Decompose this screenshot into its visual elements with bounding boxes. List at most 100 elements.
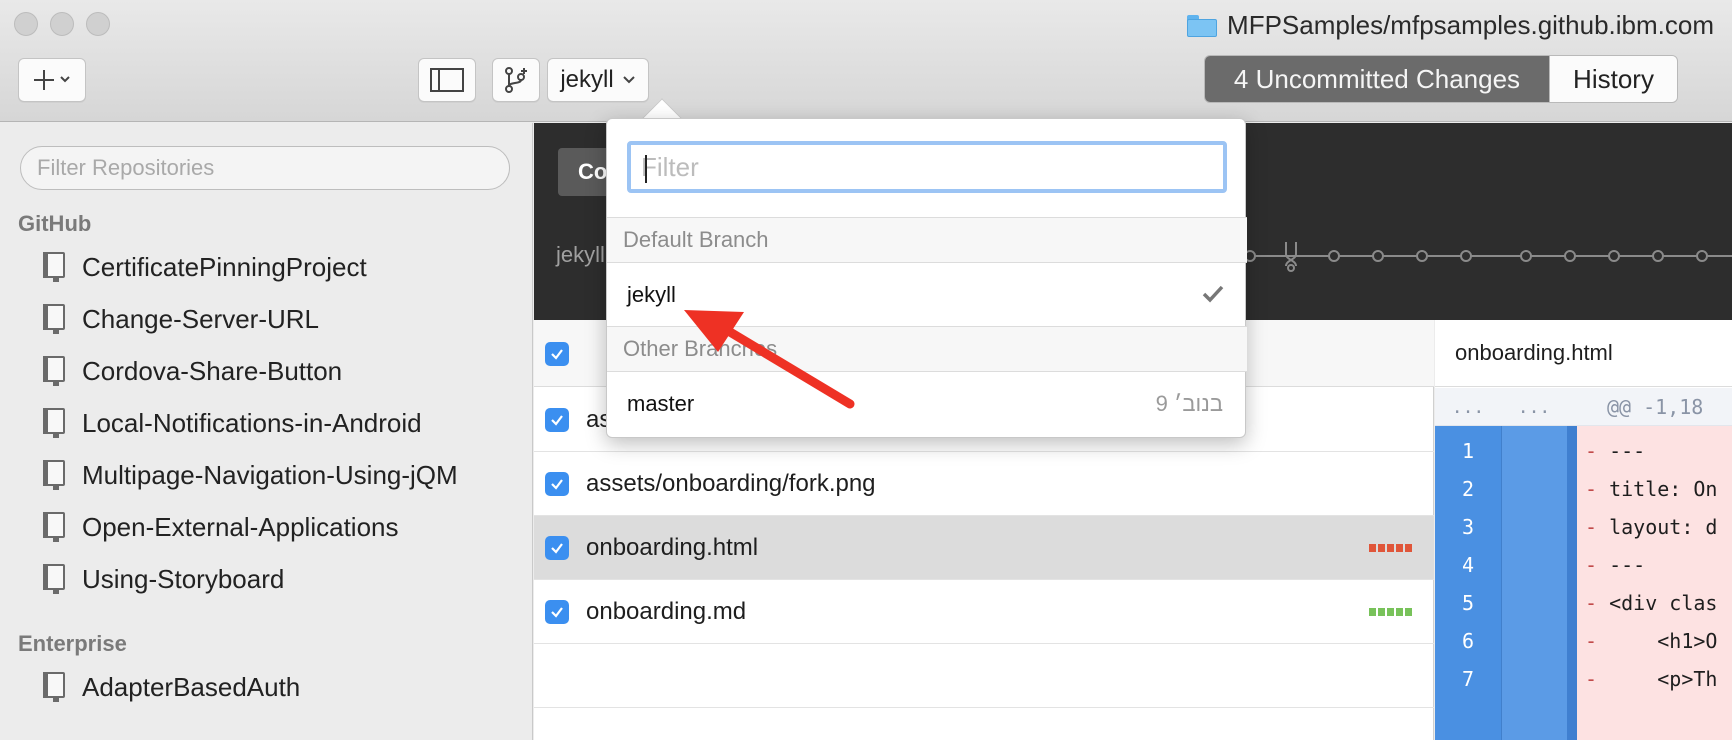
timeline-commit-dot[interactable]: [1416, 250, 1428, 262]
sidebar-item-using-storyboard[interactable]: Using-Storyboard: [40, 557, 284, 601]
checkmark-icon: [551, 479, 563, 490]
diff-file-name: onboarding.html: [1435, 320, 1732, 387]
file-row-selected[interactable]: onboarding.html: [534, 516, 1434, 580]
sidebar-item-cordova-share-button[interactable]: Cordova-Share-Button: [40, 349, 342, 393]
file-row[interactable]: assets/onboarding/fork.png: [534, 452, 1434, 516]
file-row[interactable]: onboarding.md: [534, 580, 1434, 644]
sidebar-item-multipage-navigation[interactable]: Multipage-Navigation-Using-jQM: [40, 453, 458, 497]
branch-icon: [505, 67, 527, 93]
file-name: onboarding.md: [586, 598, 747, 625]
sidebar-item-adapterbasedauth[interactable]: AdapterBasedAuth: [40, 665, 300, 709]
timeline-commit-dot[interactable]: [1652, 250, 1664, 262]
file-checkbox[interactable]: [545, 600, 569, 624]
repo-path: MFPSamples/mfpsamples.github.ibm.com: [1227, 10, 1714, 40]
close-window-button[interactable]: [14, 12, 38, 36]
current-branch-label: jekyll: [560, 66, 614, 93]
group-header-github: GitHub: [18, 211, 92, 236]
hunk-expand-new[interactable]: ...: [1501, 388, 1567, 426]
repo-name: CertificatePinningProject: [82, 251, 367, 282]
diff-line[interactable]: 7 - <p>Th: [1435, 660, 1732, 698]
minimize-window-button[interactable]: [50, 12, 74, 36]
checkmark-icon: [551, 607, 563, 618]
line-number: 4: [1461, 553, 1475, 577]
sidebar-item-open-external-applications[interactable]: Open-External-Applications: [40, 505, 399, 549]
repo-name: Open-External-Applications: [82, 511, 399, 542]
uncommitted-changes-tab[interactable]: 4 Uncommitted Changes: [1205, 56, 1549, 102]
diff-line[interactable]: 1 - ---: [1435, 432, 1732, 470]
hunk-header[interactable]: ... ... @@ -1,18: [1435, 388, 1732, 426]
add-button[interactable]: [18, 58, 86, 102]
repo-icon: [40, 512, 66, 542]
repo-name: Cordova-Share-Button: [82, 355, 343, 386]
view-switcher: 4 Uncommitted Changes History: [1204, 55, 1678, 103]
zoom-window-button[interactable]: [86, 12, 110, 36]
line-code: - ---: [1585, 439, 1646, 463]
default-branch-section: Default Branch: [607, 217, 1247, 263]
timeline-merge-icon[interactable]: [1276, 240, 1306, 272]
line-number: 6: [1461, 629, 1475, 653]
branch-item-master[interactable]: master 9 בנוב׳: [607, 373, 1247, 435]
sidebar-item-local-notifications[interactable]: Local-Notifications-in-Android: [40, 401, 422, 445]
file-checkbox[interactable]: [545, 536, 569, 560]
window-title: MFPSamples/mfpsamples.github.ibm.com: [1187, 10, 1714, 41]
repo-icon: [40, 408, 66, 438]
timeline-commit-dot[interactable]: [1564, 250, 1576, 262]
repo-icon: [40, 460, 66, 490]
group-header-enterprise: Enterprise: [18, 631, 127, 656]
repo-icon: [40, 672, 66, 702]
sidebar: Filter Repositories GitHub CertificatePi…: [0, 123, 533, 740]
chevron-down-icon: [622, 76, 635, 84]
timeline-commit-dot[interactable]: [1460, 250, 1472, 262]
branch-item-jekyll[interactable]: jekyll: [607, 264, 1247, 326]
timeline-commit-dot[interactable]: [1696, 250, 1708, 262]
file-checkbox[interactable]: [545, 472, 569, 496]
history-tab[interactable]: History: [1549, 56, 1677, 102]
diff-line[interactable]: 4 - ---: [1435, 546, 1732, 584]
repo-name: Using-Storyboard: [82, 563, 285, 594]
branch-selector-button[interactable]: jekyll: [547, 58, 649, 102]
other-branches-section: Other Branches: [607, 326, 1247, 372]
empty-row: [534, 644, 1434, 708]
timeline-commit-dot[interactable]: [1520, 250, 1532, 262]
file-name: onboarding.html: [586, 534, 759, 561]
repo-name: Local-Notifications-in-Android: [82, 407, 422, 438]
line-number: 2: [1461, 477, 1475, 501]
commit-branch-label: jekyll: [556, 242, 605, 267]
line-number: 3: [1461, 515, 1475, 539]
diff-line[interactable]: 6 - <h1>O: [1435, 622, 1732, 660]
line-code: - layout: d: [1585, 515, 1718, 539]
filter-repositories-input[interactable]: Filter Repositories: [20, 146, 510, 190]
repo-icon: [40, 356, 66, 386]
create-branch-button[interactable]: [492, 58, 540, 102]
timeline-commit-dot[interactable]: [1328, 250, 1340, 262]
repo-icon: [40, 564, 66, 594]
sidebar-item-change-server-url[interactable]: Change-Server-URL: [40, 297, 319, 341]
select-all-checkbox[interactable]: [545, 342, 569, 366]
repo-name: Multipage-Navigation-Using-jQM: [82, 459, 458, 490]
timeline-commit-dot[interactable]: [1608, 250, 1620, 262]
branch-date: 9 בנוב׳: [1155, 391, 1223, 416]
checkmark-icon: [551, 349, 563, 360]
sidebar-item-certificatepinningproject[interactable]: CertificatePinningProject: [40, 245, 367, 289]
text-caret: [645, 155, 647, 183]
line-number: 7: [1461, 667, 1475, 691]
diff-line[interactable]: 5 - <div clas: [1435, 584, 1732, 622]
line-code: - <p>Th: [1585, 667, 1718, 691]
plus-chevron-icon: [34, 70, 70, 90]
folder-icon: [1187, 14, 1218, 37]
file-name: assets/onboarding/fork.png: [586, 470, 876, 497]
toggle-sidebar-button[interactable]: [418, 58, 476, 102]
diff-line[interactable]: 3 - layout: d: [1435, 508, 1732, 546]
checkmark-icon: [1202, 285, 1224, 303]
hunk-expand-old[interactable]: ...: [1435, 388, 1501, 426]
timeline-commit-dot[interactable]: [1372, 250, 1384, 262]
line-code: - <div clas: [1585, 591, 1718, 615]
checkmark-icon: [551, 415, 563, 426]
line-code: - <h1>O: [1585, 629, 1718, 653]
line-number: 1: [1461, 439, 1475, 463]
branch-filter-input[interactable]: [627, 141, 1227, 193]
diff-line[interactable]: 2 - title: On: [1435, 470, 1732, 508]
file-checkbox[interactable]: [545, 408, 569, 432]
repo-name: Change-Server-URL: [82, 303, 319, 334]
repo-icon: [40, 304, 66, 334]
